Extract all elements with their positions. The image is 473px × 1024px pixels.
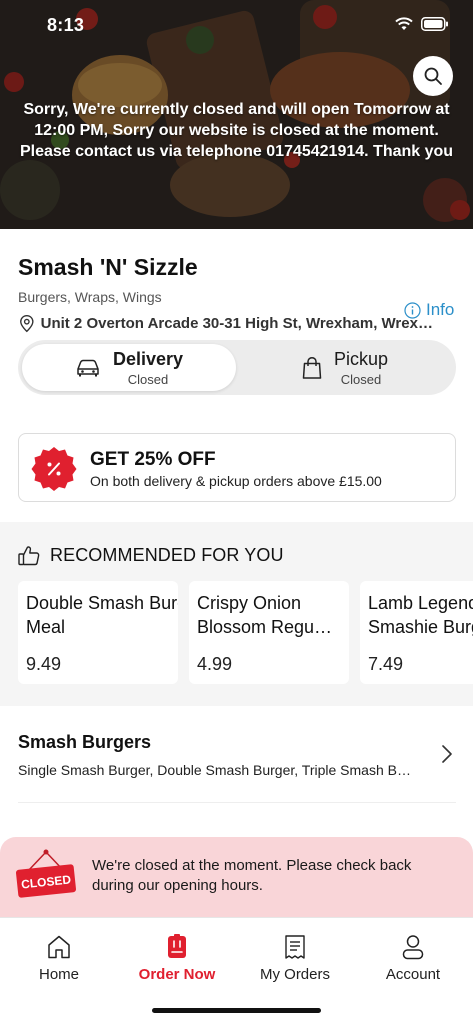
wifi-icon (395, 17, 413, 30)
car-icon (77, 359, 99, 376)
closed-banner: CLOSED We're closed at the moment. Pleas… (0, 837, 473, 921)
closed-sign-icon: CLOSED (15, 849, 77, 898)
address-text: Unit 2 Overton Arcade 30-31 High St, Wre… (40, 315, 439, 332)
thumbs-up-icon (18, 546, 40, 566)
item-name: Crispy Onion Blossom Regu… (197, 593, 333, 637)
item-name: Double Smash Burger Meal (26, 593, 178, 637)
nav-my-orders[interactable]: My Orders (236, 934, 354, 983)
item-name: Lamb Legend Smashie Burger (368, 593, 473, 637)
home-icon (48, 935, 70, 959)
category-title: Smash Burgers (18, 732, 152, 752)
nav-label: Order Now (138, 966, 216, 983)
nav-label: My Orders (259, 966, 330, 983)
restaurant-address: Unit 2 Overton Arcade 30-31 High St, Wre… (19, 314, 439, 333)
delivery-option[interactable]: Delivery Closed (22, 344, 236, 391)
recommended-title: RECOMMENDED FOR YOU (50, 545, 284, 565)
nav-label: Account (385, 966, 441, 983)
shopping-bag-icon (302, 356, 322, 379)
fulfilment-toggle: Delivery Closed Pickup Closed (18, 340, 456, 395)
pickup-status: Closed (340, 371, 382, 387)
delivery-status: Closed (127, 371, 169, 387)
restaurant-name: Smash 'N' Sizzle (18, 254, 198, 280)
recommended-section: RECOMMENDED FOR YOU Double Smash Burger … (0, 522, 473, 706)
category-row-smash-burgers[interactable]: Smash Burgers Single Smash Burger, Doubl… (0, 706, 473, 802)
restaurant-tags: Burgers, Wraps, Wings (18, 289, 162, 305)
pickup-option[interactable]: Pickup Closed (238, 344, 452, 391)
divider (18, 802, 456, 803)
category-description: Single Smash Burger, Double Smash Burger… (18, 762, 418, 778)
discount-badge-icon (31, 447, 77, 491)
location-pin-icon (20, 315, 34, 333)
status-time: 8:13 (47, 15, 85, 35)
chevron-right-icon (442, 745, 452, 763)
item-price: 7.49 (368, 654, 404, 674)
item-price: 4.99 (197, 654, 233, 674)
promo-subtitle: On both delivery & pickup orders above £… (90, 473, 382, 489)
promo-card[interactable]: GET 25% OFF On both delivery & pickup or… (18, 433, 456, 502)
search-icon (424, 67, 442, 85)
receipt-icon (285, 935, 305, 959)
promo-title: GET 25% OFF (90, 449, 216, 470)
recommended-item[interactable]: Lamb Legend Smashie Burger 7.49 (360, 581, 473, 684)
recommended-item[interactable]: Double Smash Burger Meal 9.49 (18, 581, 178, 684)
nav-account[interactable]: Account (354, 934, 472, 983)
user-icon (402, 935, 424, 960)
nav-label: Home (38, 966, 79, 983)
search-button[interactable] (413, 56, 453, 96)
nav-order-now[interactable]: Order Now (118, 934, 236, 983)
closed-notice: Sorry, We're currently closed and will o… (19, 101, 454, 160)
recommended-header: RECOMMENDED FOR YOU (18, 545, 284, 566)
home-indicator (152, 1008, 321, 1013)
battery-icon (421, 17, 448, 31)
recommended-item[interactable]: Crispy Onion Blossom Regu… 4.99 (189, 581, 349, 684)
status-bar: 8:13 (0, 0, 473, 52)
delivery-label: Delivery (112, 348, 184, 369)
pickup-label: Pickup (333, 348, 389, 369)
item-price: 9.49 (26, 654, 62, 674)
order-icon (168, 934, 186, 958)
status-icons (395, 17, 449, 31)
nav-home[interactable]: Home (0, 934, 118, 983)
closed-banner-message: We're closed at the moment. Please check… (92, 857, 412, 894)
